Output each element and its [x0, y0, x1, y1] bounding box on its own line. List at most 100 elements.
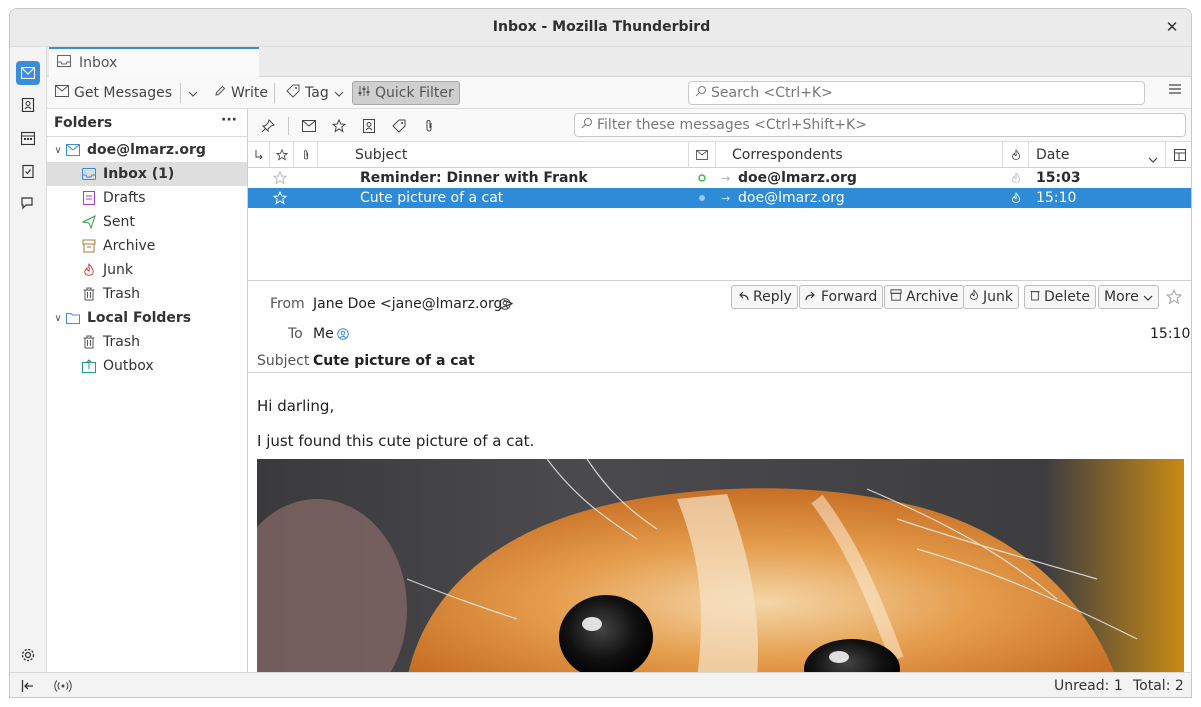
- twisty-icon[interactable]: ∨: [51, 313, 65, 324]
- folder-drafts[interactable]: Drafts: [47, 186, 247, 210]
- message-subject: Reminder: Dinner with Frank: [360, 170, 588, 186]
- tab-inbox[interactable]: Inbox: [49, 47, 259, 77]
- message-correspondent: doe@lmarz.org: [738, 190, 845, 206]
- tag-icon: [286, 84, 300, 102]
- folder-pane-more-icon[interactable]: ···: [221, 112, 237, 128]
- column-correspondents[interactable]: Correspondents: [716, 142, 1003, 168]
- forward-label: Forward: [821, 289, 878, 305]
- attachment-filter-icon[interactable]: [420, 117, 438, 135]
- from-value[interactable]: Jane Doe <jane@lmarz.org>: [313, 296, 514, 312]
- tag-button[interactable]: Tag: [282, 81, 348, 105]
- folder-archive[interactable]: Archive: [47, 234, 247, 258]
- to-value[interactable]: Me: [313, 326, 334, 342]
- archive-button[interactable]: Archive: [884, 285, 965, 309]
- spaces-footer: [10, 672, 47, 697]
- message-row[interactable]: Reminder: Dinner with Frank → doe@lmarz.…: [248, 168, 1191, 188]
- online-status-icon[interactable]: [54, 679, 72, 697]
- forward-button[interactable]: Forward: [799, 285, 884, 309]
- message-row-selected[interactable]: Cute picture of a cat → doe@lmarz.org 15…: [248, 188, 1191, 208]
- folder-local-trash[interactable]: Trash: [47, 330, 247, 354]
- thread-column-icon[interactable]: [248, 142, 270, 168]
- mail-space-icon[interactable]: [16, 61, 40, 85]
- arrow-right-icon: →: [721, 171, 731, 185]
- folder-label: Archive: [103, 238, 156, 254]
- tag-filter-icon[interactable]: [390, 117, 408, 135]
- tab-strip: Inbox: [47, 47, 1191, 77]
- junk-flame-icon: [969, 289, 979, 305]
- calendar-icon[interactable]: [16, 126, 40, 150]
- toolbar-divider: [274, 83, 275, 103]
- reply-button[interactable]: Reply: [731, 285, 798, 309]
- account-label: doe@lmarz.org: [87, 142, 206, 158]
- folder-local-folders[interactable]: ∨ Local Folders: [47, 306, 247, 330]
- contact-icon[interactable]: [337, 328, 349, 344]
- pencil-icon: [214, 85, 226, 101]
- column-date[interactable]: Date: [1029, 142, 1166, 168]
- inbox-tab-icon: [57, 55, 71, 71]
- quick-filter-bar: Filter these messages <Ctrl+Shift+K>: [248, 109, 1191, 142]
- app-menu-hamburger-icon[interactable]: [1168, 83, 1188, 103]
- get-messages-button[interactable]: Get Messages: [51, 81, 176, 105]
- tasks-icon[interactable]: [16, 159, 40, 183]
- delete-button[interactable]: Delete: [1024, 285, 1096, 309]
- star-column-icon[interactable]: [270, 142, 294, 168]
- sticky-pin-icon[interactable]: [259, 117, 277, 135]
- more-button[interactable]: More: [1098, 285, 1159, 309]
- junk-status-icon[interactable]: [1011, 188, 1021, 208]
- junk-status-icon[interactable]: [1011, 168, 1021, 188]
- search-icon: [695, 85, 707, 101]
- message-body: Hi darling, I just found this cute pictu…: [248, 373, 1191, 672]
- address-book-icon[interactable]: [16, 93, 40, 117]
- star-icon[interactable]: [273, 188, 287, 208]
- read-dot-icon[interactable]: [698, 188, 706, 208]
- forward-icon: [805, 289, 817, 305]
- junk-column-icon[interactable]: [1003, 142, 1029, 168]
- unread-dot-icon[interactable]: [698, 168, 706, 188]
- account-mail-icon: [65, 142, 81, 158]
- folder-label: Outbox: [103, 358, 154, 374]
- folder-inbox[interactable]: Inbox (1): [47, 162, 247, 186]
- column-subject[interactable]: Subject: [318, 142, 689, 168]
- title-bar: Inbox - Mozilla Thunderbird ✕: [10, 9, 1191, 47]
- trash-icon: [81, 286, 97, 302]
- message-date: 15:03: [1036, 170, 1081, 186]
- search-placeholder: Search <Ctrl+K>: [711, 85, 833, 101]
- junk-label: Junk: [983, 289, 1013, 305]
- message-date: 15:10: [1036, 190, 1077, 206]
- date-label: Date: [1036, 147, 1070, 163]
- get-messages-dropdown[interactable]: [184, 81, 202, 105]
- archive-label: Archive: [906, 289, 959, 305]
- folder-label: Trash: [103, 334, 140, 350]
- folder-label: Trash: [103, 286, 140, 302]
- column-picker-icon[interactable]: [1166, 142, 1191, 168]
- folder-trash[interactable]: Trash: [47, 282, 247, 306]
- attachment-column-icon[interactable]: [294, 142, 318, 168]
- folder-junk[interactable]: Junk: [47, 258, 247, 282]
- quick-filter-button[interactable]: Quick Filter: [352, 81, 460, 105]
- global-search-input[interactable]: Search <Ctrl+K>: [688, 81, 1145, 105]
- folder-sent[interactable]: Sent: [47, 210, 247, 234]
- write-button[interactable]: Write: [210, 81, 272, 105]
- twisty-icon[interactable]: ∨: [51, 145, 65, 156]
- tab-label: Inbox: [79, 55, 118, 71]
- contact-filter-icon[interactable]: [360, 117, 378, 135]
- starred-filter-icon[interactable]: [330, 117, 348, 135]
- star-message-icon[interactable]: [1165, 288, 1183, 309]
- local-folders-label: Local Folders: [87, 310, 192, 326]
- contact-add-icon[interactable]: [499, 298, 511, 314]
- star-icon[interactable]: [273, 168, 287, 188]
- folder-account[interactable]: ∨ doe@lmarz.org: [47, 138, 247, 162]
- junk-button[interactable]: Junk: [963, 285, 1019, 309]
- read-status-column-icon[interactable]: [689, 142, 716, 168]
- folder-outbox[interactable]: Outbox: [47, 354, 247, 378]
- unread-filter-icon[interactable]: [300, 117, 318, 135]
- close-icon[interactable]: ✕: [1161, 16, 1183, 38]
- collapse-spaces-icon[interactable]: [21, 679, 35, 697]
- drafts-icon: [81, 190, 97, 206]
- chat-icon[interactable]: [16, 191, 40, 215]
- settings-gear-icon[interactable]: [16, 643, 40, 667]
- filter-messages-input[interactable]: Filter these messages <Ctrl+Shift+K>: [574, 113, 1186, 137]
- toolbar-divider: [180, 83, 181, 103]
- message-header: From Jane Doe <jane@lmarz.org> To Me 15:…: [248, 281, 1191, 373]
- archive-icon: [890, 289, 902, 305]
